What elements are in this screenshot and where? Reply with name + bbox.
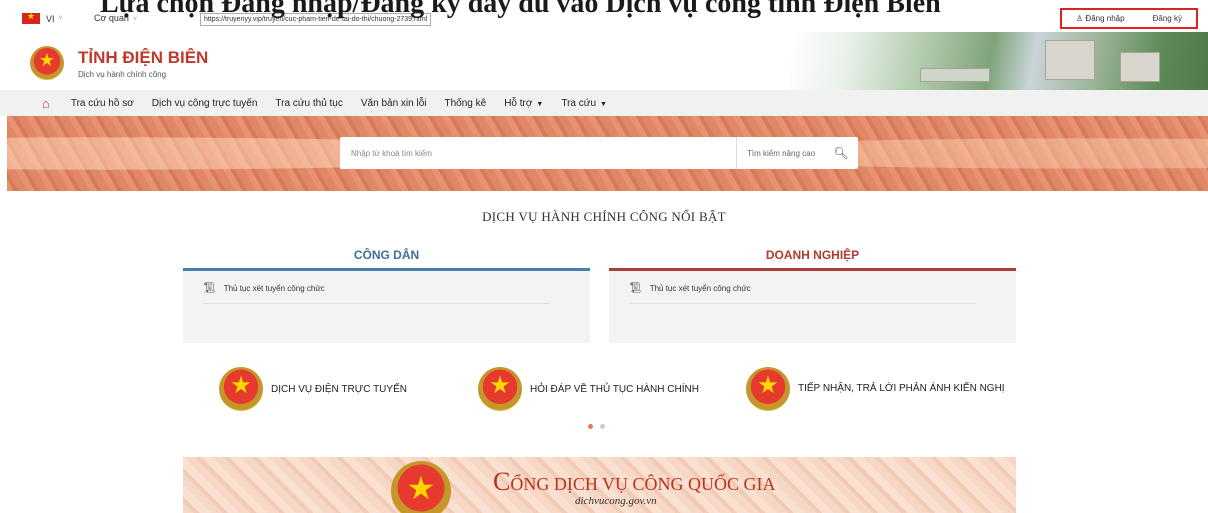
citizen-service-item[interactable]: 📜︎ Thủ tục xét tuyển công chức — [203, 283, 325, 294]
quick-link-label: HỎI ĐÁP VỀ THỦ TỤC HÀNH CHÍNH — [530, 383, 699, 395]
site-header: TỈNH ĐIỆN BIÊN Dịch vụ hành chính công — [0, 32, 1208, 90]
overlay-heading: Lựa chọn Đăng nhập/Đăng ký đầy đủ vào Dị… — [100, 0, 941, 19]
citizen-services-box: 📜︎ Thủ tục xét tuyển công chức — [183, 271, 590, 343]
search-icon[interactable]: 🔍︎ — [824, 146, 858, 160]
business-service-item[interactable]: 📜︎ Thủ tục xét tuyển công chức — [629, 283, 751, 294]
tab-citizen[interactable]: CÔNG DÂN — [183, 244, 590, 271]
advanced-search-button[interactable]: Tìm kiếm nâng cao — [736, 137, 824, 169]
portal-domain: dichvucong.gov.vn — [575, 495, 657, 507]
quick-link-label: TIẾP NHẬN, TRẢ LỜI PHẢN ÁNH KIẾN NGHỊ — [798, 383, 1005, 394]
national-emblem-icon — [746, 367, 790, 411]
national-emblem-icon — [391, 461, 451, 513]
nav-item-apology[interactable]: Văn bản xin lỗi — [361, 98, 427, 109]
vietnam-flag-icon — [22, 11, 40, 24]
nav-item-support[interactable]: Hỗ trợ ▼ — [504, 98, 543, 109]
nav-item-lookup[interactable]: Tra cứu ▼ — [561, 98, 607, 109]
home-icon[interactable]: ⌂ — [42, 96, 50, 111]
site-subtitle: Dịch vụ hành chính công — [78, 70, 167, 79]
portal-brand: CỔNG DỊCH VỤ CÔNG QUỐC GIA — [493, 467, 776, 497]
quick-link-label: DỊCH VỤ ĐIỆN TRỰC TUYẾN — [271, 383, 407, 395]
business-services-box: 📜︎ Thủ tục xét tuyển công chức — [609, 271, 1016, 343]
portal-brand-initial: C — [493, 467, 511, 496]
site-title[interactable]: TỈNH ĐIỆN BIÊN — [78, 48, 208, 68]
nav-item-procedures[interactable]: Tra cứu thủ tục — [275, 98, 342, 109]
document-icon: 📜︎ — [203, 283, 216, 294]
language-selector[interactable]: VI ˅ — [22, 11, 63, 24]
divider — [203, 303, 550, 304]
main-nav: ⌂ Tra cứu hồ sơ Dịch vụ công trực tuyến … — [0, 90, 1208, 116]
search-bar: Nhập từ khoá tìm kiếm Tìm kiếm nâng cao … — [340, 137, 858, 169]
business-column: DOANH NGHIỆP 📜︎ Thủ tục xét tuyển công c… — [609, 244, 1016, 343]
national-emblem-icon — [219, 367, 263, 411]
portal-brand-rest: ỔNG DỊCH VỤ CÔNG QUỐC GIA — [510, 474, 776, 494]
chevron-down-icon: ˅ — [58, 15, 63, 22]
caret-down-icon: ▼ — [536, 100, 544, 108]
quick-link-faq[interactable]: HỎI ĐÁP VỀ THỦ TỤC HÀNH CHÍNH — [478, 367, 699, 411]
language-label: VI — [46, 13, 55, 24]
document-icon: 📜︎ — [629, 283, 642, 294]
carousel-dots — [588, 424, 605, 429]
caret-down-icon: ▼ — [600, 100, 607, 108]
search-banner: Nhập từ khoá tìm kiếm Tìm kiếm nâng cao … — [7, 116, 1208, 191]
tab-business[interactable]: DOANH NGHIỆP — [609, 244, 1016, 271]
nav-item-statistics[interactable]: Thống kê — [444, 98, 486, 109]
search-input[interactable]: Nhập từ khoá tìm kiếm — [340, 149, 736, 158]
citizen-service-label: Thủ tục xét tuyển công chức — [223, 284, 325, 293]
national-portal-banner[interactable]: CỔNG DỊCH VỤ CÔNG QUỐC GIA dichvucong.go… — [183, 457, 1016, 513]
quick-link-feedback[interactable]: TIẾP NHẬN, TRẢ LỜI PHẢN ÁNH KIẾN NGHỊ — [746, 367, 1016, 411]
nav-lookup-label: Tra cứu — [561, 97, 597, 109]
business-service-label: Thủ tục xét tuyển công chức — [649, 284, 751, 293]
featured-services-title: DỊCH VỤ HÀNH CHÍNH CÔNG NỔI BẬT — [482, 209, 726, 224]
nav-support-label: Hỗ trợ — [504, 97, 533, 109]
divider — [629, 303, 976, 304]
citizen-column: CÔNG DÂN 📜︎ Thủ tục xét tuyển công chức — [183, 244, 590, 343]
carousel-dot-active[interactable] — [588, 424, 593, 429]
national-emblem-icon[interactable] — [30, 46, 64, 80]
carousel-dot[interactable] — [600, 424, 605, 429]
national-emblem-icon — [478, 367, 522, 411]
header-building-photo — [790, 32, 1208, 90]
nav-item-records[interactable]: Tra cứu hồ sơ — [71, 98, 134, 109]
quick-link-online[interactable]: DỊCH VỤ ĐIỆN TRỰC TUYẾN — [219, 367, 407, 411]
nav-item-online-services[interactable]: Dịch vụ công trực tuyến — [152, 98, 258, 109]
